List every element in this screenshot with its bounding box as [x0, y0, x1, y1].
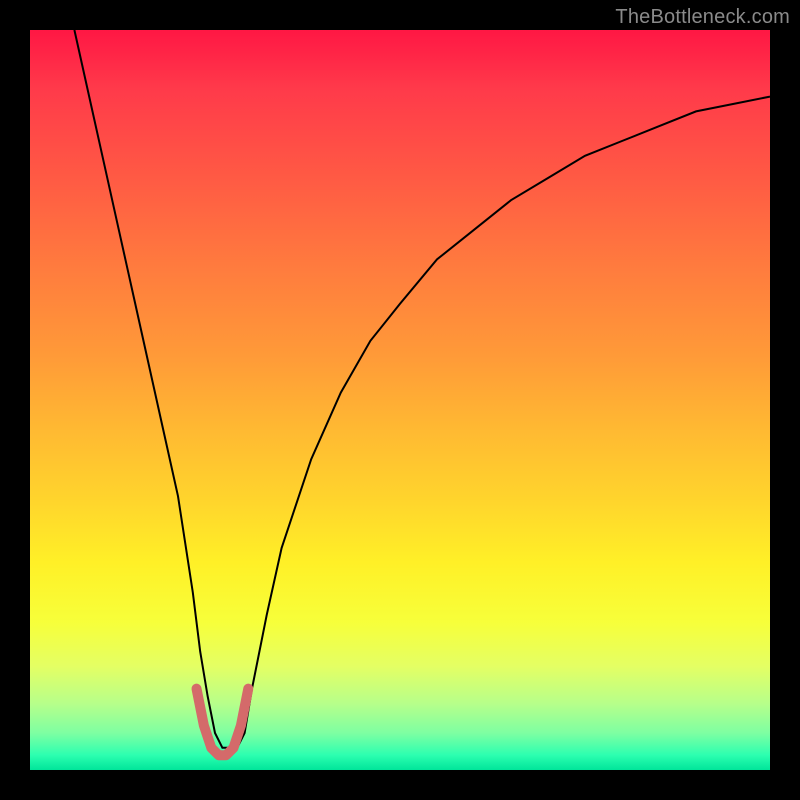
chart-frame: TheBottleneck.com: [0, 0, 800, 800]
curve-svg: [30, 30, 770, 770]
watermark-text: TheBottleneck.com: [615, 6, 790, 29]
bottleneck-curve: [74, 30, 770, 748]
bottleneck-bottom-highlight: [197, 689, 249, 756]
plot-area: [30, 30, 770, 770]
